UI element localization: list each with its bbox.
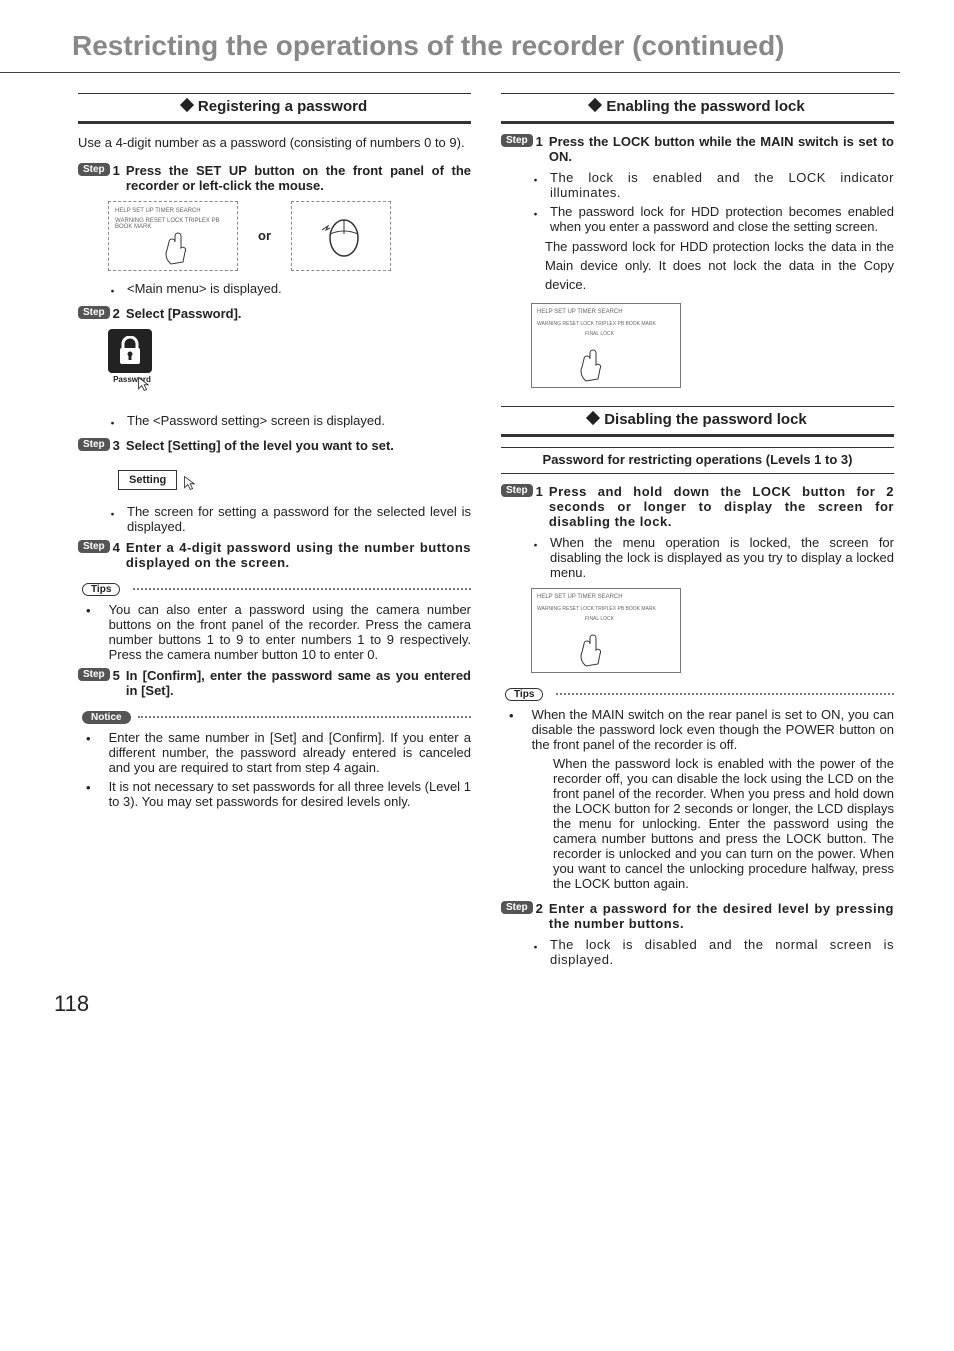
lock-icon — [108, 329, 152, 373]
step-number: 1 — [536, 134, 543, 149]
main-menu-note: ・<Main menu> is displayed. — [106, 281, 471, 300]
pw-setting-note: ・The <Password setting> screen is displa… — [106, 413, 471, 432]
enable-note-2: ・The password lock for HDD protection be… — [529, 204, 894, 234]
step-badge: Step — [501, 901, 533, 914]
tips-bar-right: Tips — [501, 685, 894, 701]
tips-item-r2: When the password lock is enabled with t… — [501, 756, 894, 891]
enable-note-3: The password lock for HDD protection loc… — [545, 238, 894, 295]
page-number: 118 — [0, 991, 954, 1037]
intro-text: Use a 4-digit number as a password (cons… — [78, 134, 471, 153]
step-text: Select [Setting] of the level you want t… — [126, 438, 471, 453]
diamond-icon — [180, 98, 194, 112]
mouse-icon — [316, 208, 366, 258]
hand-press-icon — [576, 632, 606, 668]
step-number: 5 — [113, 668, 120, 683]
hand-press-icon — [161, 232, 191, 266]
disable-note-2: ・The lock is disabled and the normal scr… — [529, 937, 894, 967]
figure-row-1: HELP SET UP TIMER SEARCH WARNING RESET L… — [108, 201, 471, 271]
sub-header: Password for restricting operations (Lev… — [501, 447, 894, 474]
mouse-diagram — [291, 201, 391, 271]
tips-bar: Tips — [78, 580, 471, 596]
enable-step-1: Step 1 Press the LOCK button while the M… — [501, 134, 894, 164]
step-text: Press the LOCK button while the MAIN swi… — [549, 134, 894, 164]
step-number: 1 — [113, 163, 120, 178]
disable-step-1: Step 1 Press and hold down the LOCK butt… — [501, 484, 894, 529]
step-badge: Step — [78, 163, 110, 176]
step-badge: Step — [78, 540, 110, 553]
step-badge: Step — [78, 668, 110, 681]
notice-label: Notice — [82, 711, 131, 724]
step-number: 3 — [113, 438, 120, 453]
step-badge: Step — [78, 438, 110, 451]
notice-item-2: •It is not necessary to set passwords fo… — [78, 779, 471, 809]
step-badge: Step — [78, 306, 110, 319]
disabling-header: Disabling the password lock — [501, 406, 894, 437]
step-text: Press and hold down the LOCK button for … — [549, 484, 894, 529]
setting-button-figure: Setting — [118, 467, 199, 490]
setting-button: Setting — [118, 470, 177, 490]
diamond-icon — [586, 410, 600, 424]
tips-label: Tips — [505, 688, 543, 701]
step-number: 2 — [536, 901, 543, 916]
step-number: 1 — [536, 484, 543, 499]
step-text: Enter a password for the desired level b… — [549, 901, 894, 931]
cursor-icon — [183, 475, 199, 491]
step-4: Step 4 Enter a 4-digit password using th… — [78, 540, 471, 570]
step-number: 2 — [113, 306, 120, 321]
registering-header: Registering a password — [78, 93, 471, 124]
tips-item-r1: •When the MAIN switch on the rear panel … — [501, 707, 894, 752]
tips-label: Tips — [82, 583, 120, 596]
level-note: ・The screen for setting a password for t… — [106, 504, 471, 534]
tips-item: •You can also enter a password using the… — [78, 602, 471, 662]
disable-note-1: ・When the menu operation is locked, the … — [529, 535, 894, 580]
disable-step-2: Step 2 Enter a password for the desired … — [501, 901, 894, 931]
step-badge: Step — [501, 484, 533, 497]
step-text: Press the SET UP button on the front pan… — [126, 163, 471, 193]
left-column: Registering a password Use a 4-digit num… — [78, 93, 471, 971]
step-5: Step 5 In [Confirm], enter the password … — [78, 668, 471, 698]
panel-diagram: HELP SET UP TIMER SEARCH WARNING RESET L… — [108, 201, 238, 271]
page-title: Restricting the operations of the record… — [0, 0, 900, 73]
step-1: Step 1 Press the SET UP button on the fr… — [78, 163, 471, 193]
or-label: or — [258, 228, 271, 243]
lock-panel-figure-2: HELP SET UP TIMER SEARCH WARNING RESET L… — [531, 588, 681, 673]
enabling-header: Enabling the password lock — [501, 93, 894, 124]
cursor-icon — [137, 376, 153, 392]
notice-bar: Notice — [78, 708, 471, 724]
right-column: Enabling the password lock Step 1 Press … — [501, 93, 894, 971]
step-3: Step 3 Select [Setting] of the level you… — [78, 438, 471, 453]
lock-panel-figure: HELP SET UP TIMER SEARCH WARNING RESET L… — [531, 303, 681, 388]
step-text: In [Confirm], enter the password same as… — [126, 668, 471, 698]
step-badge: Step — [501, 134, 533, 147]
step-text: Enter a 4-digit password using the numbe… — [126, 540, 471, 570]
diamond-icon — [588, 98, 602, 112]
step-2: Step 2 Select [Password]. — [78, 306, 471, 321]
notice-item-1: •Enter the same number in [Set] and [Con… — [78, 730, 471, 775]
step-number: 4 — [113, 540, 120, 555]
step-text: Select [Password]. — [126, 306, 471, 321]
enable-note-1: ・The lock is enabled and the LOCK indica… — [529, 170, 894, 200]
hand-press-icon — [576, 347, 606, 383]
password-icon-block: Password — [108, 329, 156, 403]
